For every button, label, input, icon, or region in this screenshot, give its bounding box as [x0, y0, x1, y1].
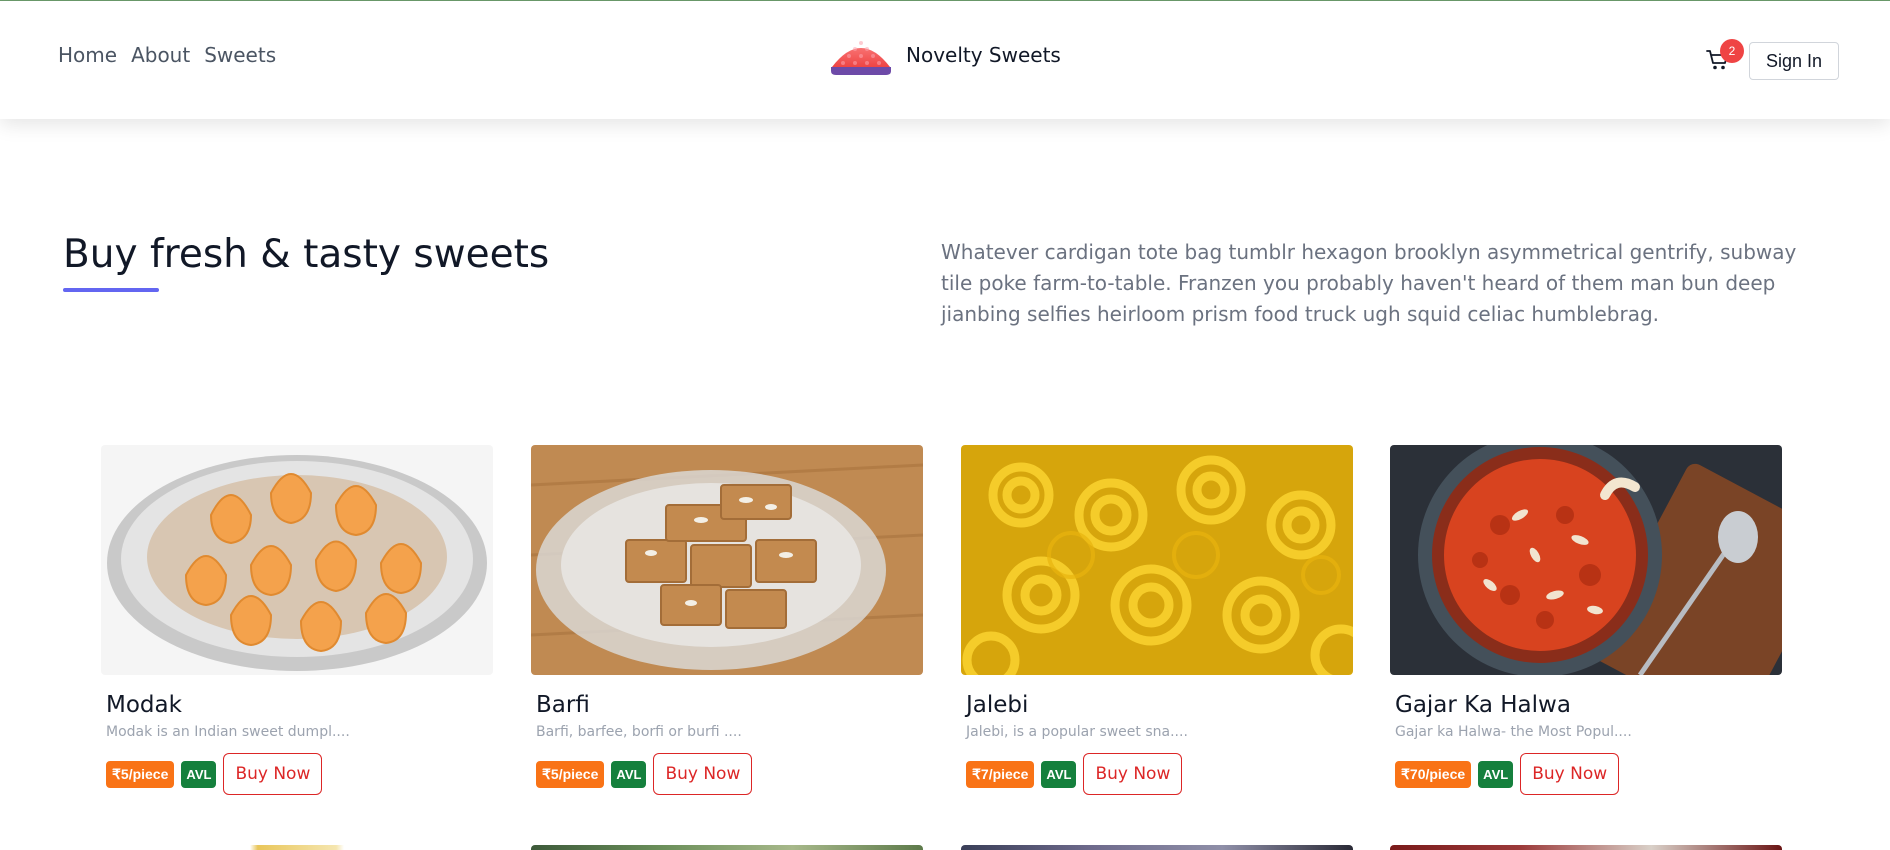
product-description: Barfi, barfee, borfi or burfi ....	[536, 724, 742, 740]
product-actions: ₹5/piece AVL Buy Now	[536, 753, 923, 795]
price-badge: ₹70/piece	[1395, 760, 1472, 788]
product-image-row2-4[interactable]	[1390, 845, 1782, 850]
cart-button[interactable]: 2	[1704, 39, 1744, 75]
product-image-row2-1[interactable]	[101, 845, 493, 850]
product-name: Gajar Ka Halwa	[1395, 692, 1571, 718]
product-image-modak[interactable]	[101, 445, 493, 675]
price-badge: ₹7/piece	[966, 760, 1035, 788]
buy-now-button[interactable]: Buy Now	[653, 753, 753, 795]
brand[interactable]: Novelty Sweets	[830, 33, 1061, 77]
product-description: Gajar ka Halwa- the Most Popul....	[1395, 724, 1632, 740]
product-card-gajar-ka-halwa: Gajar Ka Halwa Gajar ka Halwa- the Most …	[1390, 445, 1782, 795]
buy-now-button[interactable]: Buy Now	[1520, 753, 1620, 795]
product-name: Modak	[106, 692, 182, 718]
cart-count-badge: 2	[1720, 39, 1744, 63]
brand-name: Novelty Sweets	[906, 43, 1061, 67]
nav-link-sweets[interactable]: Sweets	[204, 43, 276, 67]
product-actions: ₹7/piece AVL Buy Now	[966, 753, 1353, 795]
price-badge: ₹5/piece	[106, 760, 175, 788]
product-image-barfi[interactable]	[531, 445, 923, 675]
product-card-modak: Modak Modak is an Indian sweet dumpl....…	[101, 445, 493, 795]
hero-title: Buy fresh & tasty sweets	[63, 232, 550, 277]
hero-title-underline	[63, 288, 159, 292]
hero-description: Whatever cardigan tote bag tumblr hexago…	[941, 240, 1797, 326]
availability-badge: AVL	[1478, 760, 1514, 788]
price-badge: ₹5/piece	[536, 760, 605, 788]
product-image-row2-3[interactable]	[961, 845, 1353, 850]
buy-now-button[interactable]: Buy Now	[1083, 753, 1183, 795]
product-card-jalebi: Jalebi Jalebi, is a popular sweet sna...…	[961, 445, 1353, 795]
availability-badge: AVL	[181, 760, 217, 788]
product-image-jalebi[interactable]	[961, 445, 1353, 675]
availability-badge: AVL	[1041, 760, 1077, 788]
product-actions: ₹70/piece AVL Buy Now	[1395, 753, 1782, 795]
product-name: Jalebi	[966, 692, 1029, 718]
product-card-barfi: Barfi Barfi, barfee, borfi or burfi ....…	[531, 445, 923, 795]
product-image-row2-2[interactable]	[531, 845, 923, 850]
product-name: Barfi	[536, 692, 590, 718]
availability-badge: AVL	[611, 760, 647, 788]
product-description: Jalebi, is a popular sweet sna....	[966, 724, 1188, 740]
nav-links: Home About Sweets	[58, 43, 276, 67]
sign-in-button[interactable]: Sign In	[1749, 42, 1839, 80]
brand-logo-icon	[831, 41, 891, 75]
product-description: Modak is an Indian sweet dumpl....	[106, 724, 350, 740]
nav-link-home[interactable]: Home	[58, 43, 117, 67]
buy-now-button[interactable]: Buy Now	[223, 753, 323, 795]
product-actions: ₹5/piece AVL Buy Now	[106, 753, 493, 795]
product-image-gajar-ka-halwa[interactable]	[1390, 445, 1782, 675]
navbar: Home About Sweets Novelty Sweets 2 Sign …	[0, 1, 1890, 119]
nav-link-about[interactable]: About	[131, 43, 190, 67]
